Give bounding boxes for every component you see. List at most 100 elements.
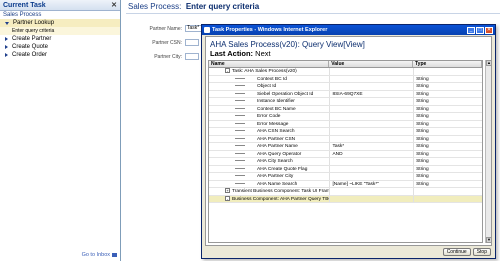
table-row[interactable]: AHA Partner CSN String <box>209 135 482 143</box>
chevron-right-icon <box>5 45 8 49</box>
grid-header: Name Value Type <box>209 61 482 68</box>
cell-name: Error Message <box>209 121 329 128</box>
tree-branch-line <box>235 160 245 162</box>
cell-value <box>329 75 413 82</box>
minimize-button[interactable]: _ <box>467 26 475 34</box>
column-header-value[interactable]: Value <box>329 61 413 67</box>
cell-name: Error Code <box>209 113 329 120</box>
table-row[interactable]: Error Message String <box>209 120 482 128</box>
tree-branch-line <box>235 115 245 117</box>
stop-button[interactable]: Stop <box>472 248 491 256</box>
cell-type: String <box>413 143 482 150</box>
table-row[interactable]: Error Code String <box>209 113 482 121</box>
partner-city-field[interactable] <box>185 53 199 60</box>
tree-branch-line <box>235 85 245 87</box>
column-header-type[interactable]: Type <box>413 61 482 67</box>
maximize-button[interactable]: □ <box>476 26 484 34</box>
table-row[interactable]: AHA Create Quote Flag String <box>209 165 482 173</box>
cell-name: AHA Create Quote Flag <box>209 166 329 173</box>
cell-name: AHA Name Search <box>209 181 329 188</box>
cell-name: Context BC Id <box>209 76 329 83</box>
scroll-up-icon[interactable]: ▲ <box>486 60 492 66</box>
collapse-icon[interactable]: - <box>225 195 230 201</box>
column-header-name[interactable]: Name <box>209 61 330 67</box>
cell-value <box>329 158 413 165</box>
cell-type: String <box>413 98 482 105</box>
expand-icon[interactable]: + <box>225 188 230 194</box>
cell-type: String <box>413 128 482 135</box>
cell-value <box>329 98 413 105</box>
table-row[interactable]: Siebel Operation Object Id 8SIA-69Q7XE Str… <box>209 90 482 98</box>
browser-icon <box>204 27 210 33</box>
go-to-inbox-link[interactable]: Go to Inbox <box>82 252 117 258</box>
tree-branch-line <box>235 182 245 184</box>
cell-type: String <box>413 75 482 82</box>
cell-type: String <box>413 135 482 142</box>
inbox-icon <box>112 253 117 257</box>
cell-type: String <box>413 158 482 165</box>
table-row[interactable]: + Transient Business Component: Task UI F… <box>209 188 482 196</box>
cell-value <box>329 165 413 172</box>
table-row[interactable]: AHA CSN Search String <box>209 128 482 136</box>
cell-value <box>329 195 413 202</box>
cell-type <box>413 68 482 75</box>
vertical-scrollbar[interactable]: ▲ ▼ <box>485 60 492 243</box>
tree-branch-line <box>235 167 245 169</box>
cell-value: Task* <box>329 143 413 150</box>
cell-type <box>413 188 482 195</box>
cell-value <box>329 173 413 180</box>
last-action: Last Action: Next <box>210 49 271 58</box>
task-properties-dialog: Task Properties - Windows Internet Explo… <box>201 24 496 259</box>
cell-name: AHA Query Operator <box>209 151 329 158</box>
table-row[interactable]: Object Id String <box>209 83 482 91</box>
table-row[interactable]: AHA Partner City String <box>209 173 482 181</box>
table-row[interactable]: Instance Identifier String <box>209 98 482 106</box>
dialog-title: Task Properties - Windows Internet Explo… <box>212 27 328 33</box>
cell-value <box>329 105 413 112</box>
cell-type: String <box>413 113 482 120</box>
cell-type: String <box>413 173 482 180</box>
table-row[interactable]: Context BC Name String <box>209 105 482 113</box>
cell-name: Siebel Operation Object Id <box>209 91 329 98</box>
table-row[interactable]: - Business Component: AHA Partner Query T… <box>209 195 482 203</box>
partner-csn-field[interactable] <box>185 39 199 46</box>
table-row[interactable]: - Task: AHA Sales Process(v20) <box>209 68 482 76</box>
dialog-body: AHA Sales Process(v20): Query View[View]… <box>205 36 492 246</box>
cell-name: AHA City Search <box>209 158 329 165</box>
tree-branch-line <box>235 130 245 132</box>
table-row[interactable]: AHA Name Search [Name] ~LIKE "Task*" Strin… <box>209 180 482 188</box>
scroll-down-icon[interactable]: ▼ <box>486 237 492 243</box>
dialog-footer: Continue Stop <box>202 247 495 257</box>
cell-value: [Name] ~LIKE "Task*" <box>329 180 413 187</box>
task-step-create-partner[interactable]: Create Partner <box>0 35 120 43</box>
tree-branch-line <box>235 137 245 139</box>
tree-branch-line <box>235 77 245 79</box>
table-row[interactable]: AHA Partner Name Task* String <box>209 143 482 151</box>
tree-branch-line <box>235 122 245 124</box>
close-button[interactable]: ✕ <box>485 26 493 34</box>
table-row[interactable]: Context BC Id String <box>209 75 482 83</box>
tree-branch-line <box>235 107 245 109</box>
task-pane-title: Current Task <box>3 1 46 9</box>
close-icon[interactable]: ✕ <box>111 1 117 9</box>
chevron-down-icon <box>5 21 9 25</box>
task-process-name: Sales Process <box>3 12 42 18</box>
partner-csn-label: Partner CSN: <box>152 40 182 46</box>
task-step-create-quote[interactable]: Create Quote <box>0 43 120 51</box>
cell-type <box>413 195 482 202</box>
task-step-create-order[interactable]: Create Order <box>0 51 120 59</box>
table-row[interactable]: AHA City Search String <box>209 158 482 166</box>
continue-button[interactable]: Continue <box>442 248 471 256</box>
cell-value <box>329 83 413 90</box>
cell-name: + Transient Business Component: Task UI F… <box>225 188 330 194</box>
cell-name: AHA CSN Search <box>209 128 329 135</box>
cell-value <box>329 113 413 120</box>
table-row[interactable]: AHA Query Operator AND String <box>209 150 482 158</box>
task-step-partner-lookup[interactable]: Partner Lookup <box>0 19 120 27</box>
partner-city-label: Partner City: <box>154 54 182 60</box>
dialog-titlebar[interactable]: Task Properties - Windows Internet Explo… <box>202 25 495 35</box>
cell-type: String <box>413 83 482 90</box>
collapse-icon[interactable]: - <box>225 68 230 74</box>
task-step-enter-query-criteria[interactable]: Enter query criteria <box>0 27 120 35</box>
cell-name: Instance Identifier <box>209 98 329 105</box>
